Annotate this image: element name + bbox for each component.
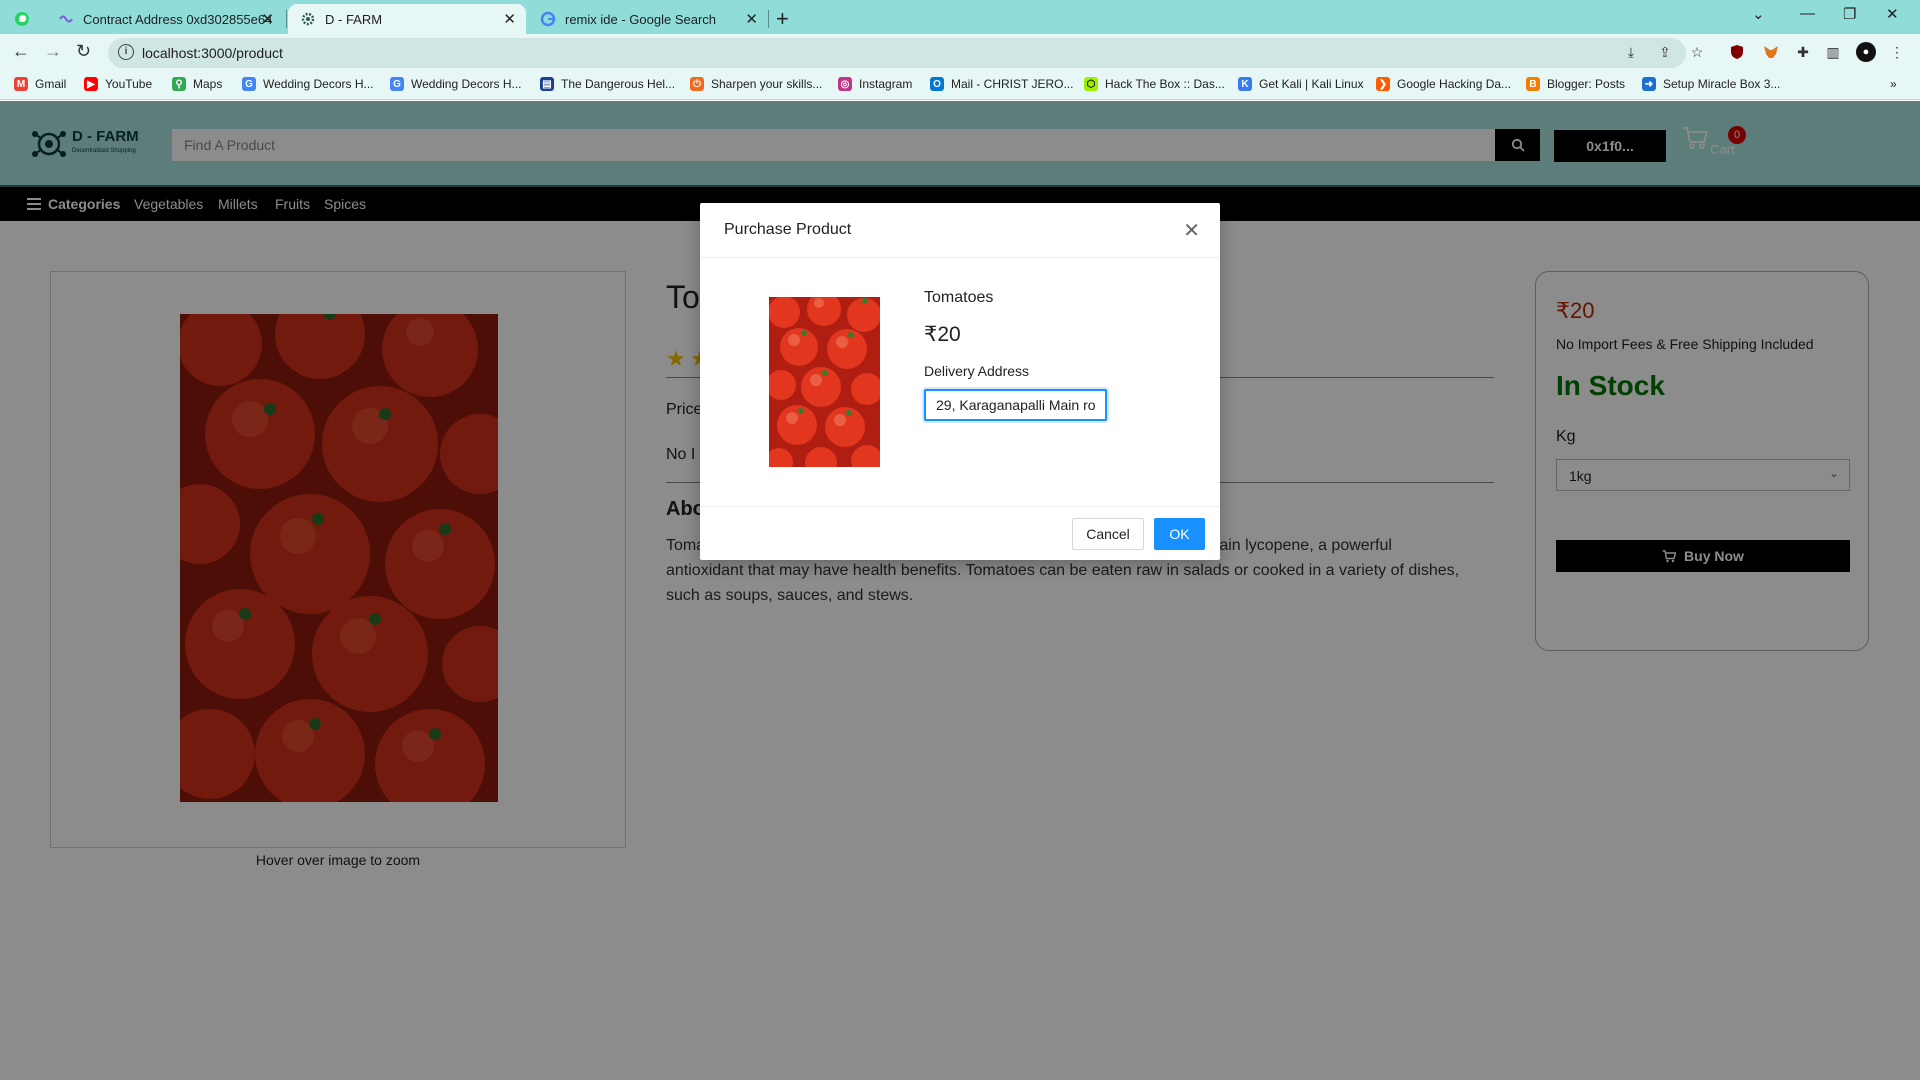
bookmark-item[interactable]: ⏻ Sharpen your skills... xyxy=(690,77,822,91)
site-info-icon[interactable]: i xyxy=(118,44,134,60)
forward-arrow-icon[interactable]: → xyxy=(44,41,62,62)
modal-title: Purchase Product xyxy=(724,221,852,238)
bookmark-label: Google Hacking Da... xyxy=(1397,77,1512,91)
address-bar-row: ← → ↻ i localhost:3000/product ⤓ ⇪ ☆ ✚ ▥… xyxy=(0,34,1920,72)
restore-icon[interactable]: ❐ xyxy=(1843,5,1856,23)
google-icon: G xyxy=(242,77,256,91)
kali-dragon-icon: K xyxy=(1238,77,1252,91)
window-close-icon[interactable]: ✕ xyxy=(1886,5,1899,23)
browser-tab-strip: Contract Address 0xd302855e64 ✕ D - FARM… xyxy=(0,0,1920,34)
cancel-button[interactable]: Cancel xyxy=(1072,518,1144,550)
bookmark-label: Sharpen your skills... xyxy=(711,77,823,91)
bookmark-label: YouTube xyxy=(105,77,153,91)
bookmark-label: Maps xyxy=(193,77,223,91)
bookmark-star-icon[interactable]: ☆ xyxy=(1688,43,1706,61)
bookmark-item[interactable]: ⬡ Hack The Box :: Das... xyxy=(1084,77,1225,91)
exploit-db-icon: ❯ xyxy=(1376,77,1390,91)
bookmark-label: Mail - CHRIST JERO... xyxy=(951,77,1074,91)
bookmark-item[interactable]: ▶ YouTube xyxy=(84,77,152,91)
tab-d-farm[interactable]: D - FARM ✕ xyxy=(288,4,526,34)
kebab-menu-icon[interactable]: ⋮ xyxy=(1888,43,1906,61)
bookmark-label: Hack The Box :: Das... xyxy=(1105,77,1225,91)
close-icon[interactable]: ✕ xyxy=(503,10,516,28)
reload-icon[interactable]: ↻ xyxy=(76,41,91,62)
close-icon[interactable]: ✕ xyxy=(745,10,758,28)
bookmark-item[interactable]: ➜ Setup Miracle Box 3... xyxy=(1642,77,1780,91)
bookmark-item[interactable]: K Get Kali | Kali Linux xyxy=(1238,77,1364,91)
bookmark-label: Wedding Decors H... xyxy=(411,77,522,91)
remix-icon xyxy=(58,11,74,27)
bookmark-label: The Dangerous Hel... xyxy=(561,77,676,91)
minimize-icon[interactable]: — xyxy=(1800,5,1815,22)
tab-contract-address[interactable]: Contract Address 0xd302855e64 ✕ xyxy=(46,4,284,34)
youtube-icon: ▶ xyxy=(84,77,98,91)
modal-product-price: ₹20 xyxy=(924,323,961,346)
bookmark-item[interactable]: ◎ Instagram xyxy=(838,77,912,91)
bookmark-item[interactable]: O Mail - CHRIST JERO... xyxy=(930,77,1073,91)
power-icon: ⏻ xyxy=(690,77,704,91)
gear-icon xyxy=(300,11,316,27)
modal-header: Purchase Product ✕ xyxy=(700,203,1220,258)
outlook-icon: O xyxy=(930,77,944,91)
url-text: localhost:3000/product xyxy=(142,45,283,61)
bookmark-item[interactable]: B Blogger: Posts xyxy=(1526,77,1625,91)
whatsapp-icon xyxy=(14,11,30,27)
maps-pin-icon: ⚲ xyxy=(172,77,186,91)
bookmark-item[interactable]: M Gmail xyxy=(14,77,66,91)
ok-button[interactable]: OK xyxy=(1154,518,1205,550)
bookmark-label: Setup Miracle Box 3... xyxy=(1663,77,1781,91)
tab-divider xyxy=(768,10,769,28)
bookmark-item[interactable]: ⚲ Maps xyxy=(172,77,222,91)
close-icon[interactable]: ✕ xyxy=(1183,218,1200,243)
bookmark-label: Get Kali | Kali Linux xyxy=(1259,77,1364,91)
bookmark-label: Wedding Decors H... xyxy=(263,77,374,91)
instagram-icon: ◎ xyxy=(838,77,852,91)
extensions-puzzle-icon[interactable]: ✚ xyxy=(1794,43,1812,61)
page-content: D - FARM Decentralized Shopping Find A P… xyxy=(0,101,1920,1080)
bookmark-label: Blogger: Posts xyxy=(1547,77,1626,91)
close-icon[interactable]: ✕ xyxy=(261,10,274,28)
bookmark-item[interactable]: ❯ Google Hacking Da... xyxy=(1376,77,1511,91)
modal-product-image xyxy=(769,297,880,467)
install-icon[interactable]: ⤓ xyxy=(1622,43,1640,61)
gmail-icon: M xyxy=(14,77,28,91)
bookmark-label: Instagram xyxy=(859,77,913,91)
tab-title: D - FARM xyxy=(325,11,383,27)
bookmark-item[interactable]: ▤ The Dangerous Hel... xyxy=(540,77,675,91)
tab-search-chevron-icon[interactable]: ⌄ xyxy=(1752,5,1765,23)
tab-google-search[interactable]: remix ide - Google Search ✕ xyxy=(530,4,768,34)
bookmark-item[interactable]: G Wedding Decors H... xyxy=(390,77,522,91)
hackthebox-cube-icon: ⬡ xyxy=(1084,77,1098,91)
purchase-modal: Purchase Product ✕ Tomatoes ₹20 Delivery… xyxy=(700,203,1220,560)
tab-divider xyxy=(286,10,287,28)
more-bookmarks-chevron-icon[interactable]: » xyxy=(1890,77,1897,91)
delivery-address-label: Delivery Address xyxy=(924,363,1030,379)
new-tab-plus-icon[interactable]: + xyxy=(776,6,789,32)
google-icon: G xyxy=(390,77,404,91)
ublock-shield-icon[interactable] xyxy=(1728,43,1746,61)
side-panel-icon[interactable]: ▥ xyxy=(1824,43,1842,61)
whatsapp-tab[interactable] xyxy=(14,4,34,34)
google-icon xyxy=(540,11,556,27)
bookmark-item[interactable]: G Wedding Decors H... xyxy=(242,77,374,91)
bookmarks-bar: M Gmail ▶ YouTube ⚲ Maps G Wedding Decors H.… xyxy=(0,72,1920,100)
share-icon[interactable]: ⇪ xyxy=(1656,43,1674,61)
tab-title: remix ide - Google Search xyxy=(565,11,717,27)
modal-footer: Cancel OK xyxy=(700,506,1220,560)
metamask-fox-icon[interactable] xyxy=(1762,43,1780,61)
url-omnibox[interactable]: i localhost:3000/product xyxy=(108,38,1686,68)
book-icon: ▤ xyxy=(540,77,554,91)
back-arrow-icon[interactable]: ← xyxy=(12,41,30,62)
delivery-address-input[interactable] xyxy=(924,389,1107,421)
profile-avatar-icon[interactable]: ● xyxy=(1856,42,1876,62)
bookmark-label: Gmail xyxy=(35,77,67,91)
miracle-box-icon: ➜ xyxy=(1642,77,1656,91)
tab-title: Contract Address 0xd302855e64 xyxy=(83,11,273,27)
modal-product-name: Tomatoes xyxy=(924,289,994,306)
blogger-icon: B xyxy=(1526,77,1540,91)
